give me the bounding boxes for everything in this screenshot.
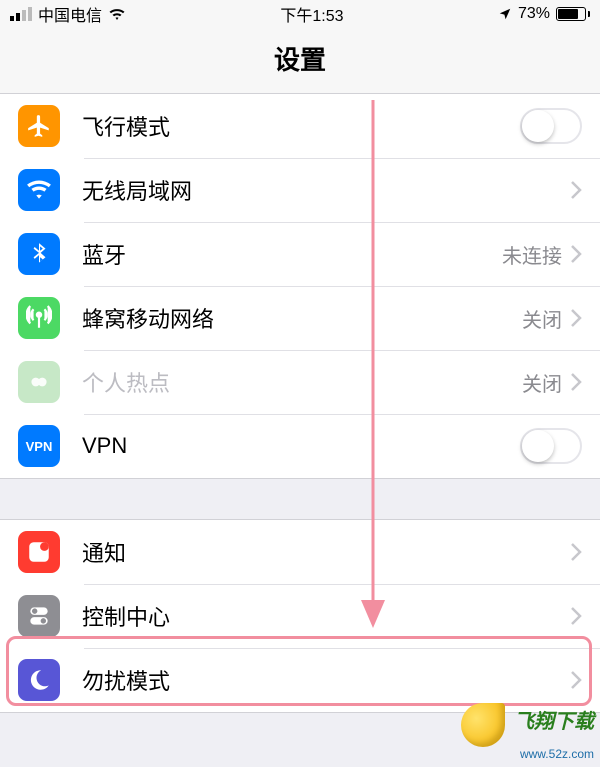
chevron-right-icon (570, 308, 582, 328)
cellular-signal-icon (10, 7, 32, 21)
battery-percent: 73% (518, 5, 550, 23)
notifications-label: 通知 (82, 536, 570, 568)
vpn-icon: VPN (18, 425, 60, 467)
chevron-right-icon (570, 180, 582, 200)
battery-icon (556, 7, 590, 21)
status-time: 下午1:53 (280, 2, 343, 26)
bluetooth-value: 未连接 (502, 240, 562, 269)
row-airplane-mode[interactable]: 飞行模式 (0, 94, 600, 158)
status-bar: 中国电信 下午1:53 73% (0, 0, 600, 28)
location-icon (498, 7, 512, 21)
airplane-icon (18, 105, 60, 147)
status-left: 中国电信 (10, 2, 126, 26)
wifi-settings-icon (18, 169, 60, 211)
control-center-label: 控制中心 (82, 600, 570, 632)
wifi-label: 无线局域网 (82, 174, 570, 206)
moon-icon (18, 659, 60, 701)
watermark-brand: 飞翔下载 (514, 711, 594, 733)
bluetooth-label: 蓝牙 (82, 238, 502, 270)
status-right: 73% (498, 5, 590, 23)
cellular-icon (18, 297, 60, 339)
hotspot-label: 个人热点 (82, 366, 522, 398)
chevron-right-icon (570, 670, 582, 690)
control-center-icon (18, 595, 60, 637)
dnd-label: 勿扰模式 (82, 664, 570, 696)
cellular-value: 关闭 (522, 304, 562, 333)
chevron-right-icon (570, 606, 582, 626)
bluetooth-icon (18, 233, 60, 275)
row-control-center[interactable]: 控制中心 (0, 584, 600, 648)
chevron-right-icon (570, 542, 582, 562)
row-vpn[interactable]: VPN VPN (0, 414, 600, 478)
chevron-right-icon (570, 244, 582, 264)
hotspot-value: 关闭 (522, 368, 562, 397)
row-wifi[interactable]: 无线局域网 (0, 158, 600, 222)
airplane-label: 飞行模式 (82, 110, 520, 142)
carrier-label: 中国电信 (38, 2, 102, 26)
settings-group-system: 通知 控制中心 勿扰模式 (0, 519, 600, 713)
wifi-icon (108, 7, 126, 21)
row-hotspot: 个人热点 关闭 (0, 350, 600, 414)
airplane-toggle[interactable] (520, 108, 582, 144)
row-cellular[interactable]: 蜂窝移动网络 关闭 (0, 286, 600, 350)
notifications-icon (18, 531, 60, 573)
vpn-label: VPN (82, 433, 520, 459)
row-bluetooth[interactable]: 蓝牙 未连接 (0, 222, 600, 286)
page-title: 设置 (0, 28, 600, 93)
settings-group-connectivity: 飞行模式 无线局域网 蓝牙 未连接 蜂窝移动网络 关闭 个人热点 关闭 VPN (0, 93, 600, 479)
vpn-toggle[interactable] (520, 428, 582, 464)
watermark-url: www.52z.com (520, 747, 594, 761)
hotspot-icon (18, 361, 60, 403)
watermark: 飞翔下载 www.52z.com (461, 703, 594, 761)
cellular-label: 蜂窝移动网络 (82, 302, 522, 334)
row-notifications[interactable]: 通知 (0, 520, 600, 584)
chevron-right-icon (570, 372, 582, 392)
watermark-leaf-icon (461, 703, 505, 747)
